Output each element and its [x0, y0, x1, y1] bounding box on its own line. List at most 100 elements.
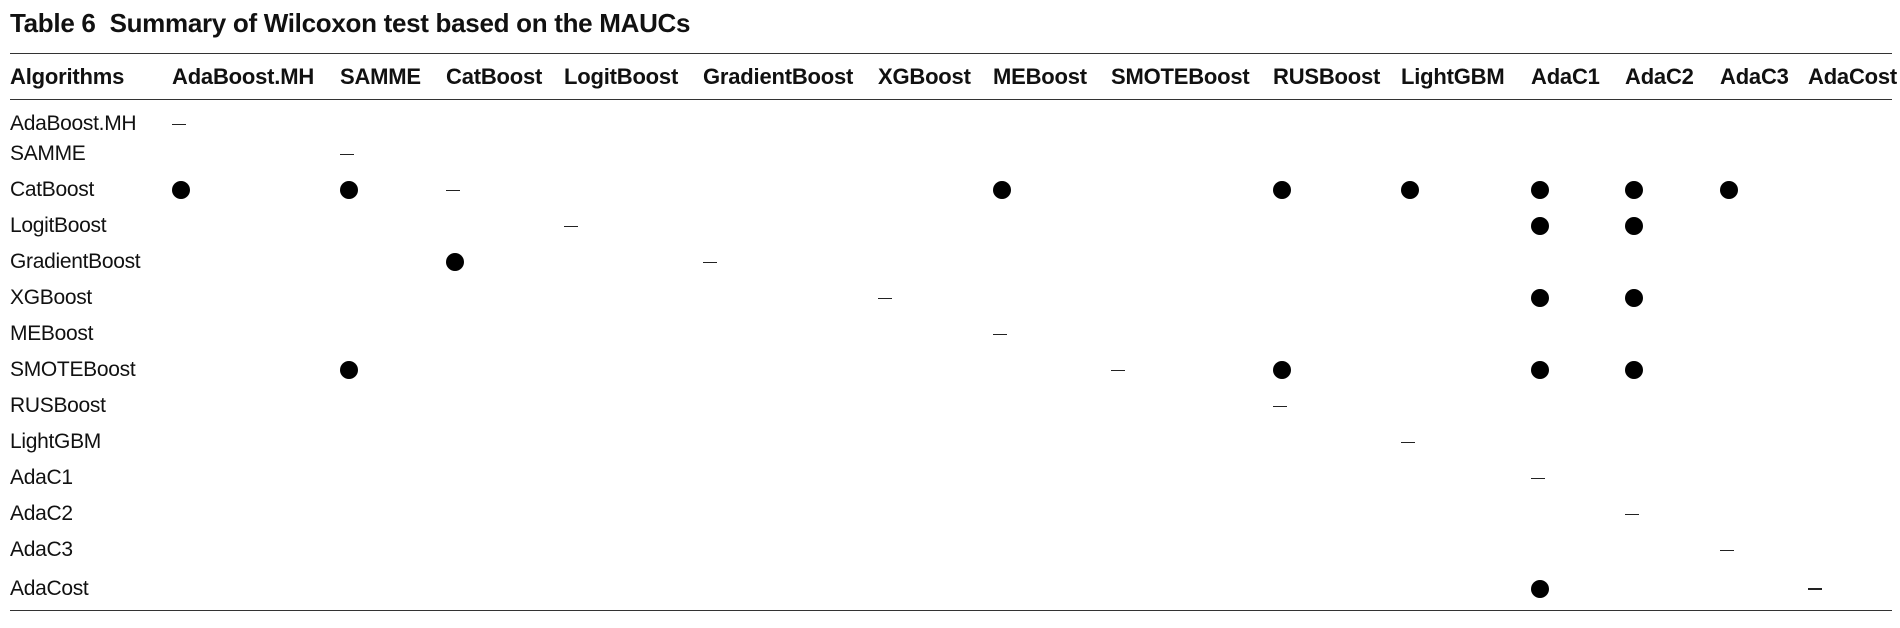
table-row: AdaC3 [10, 532, 1892, 568]
table-cell [1720, 388, 1808, 424]
table-cell [1401, 316, 1531, 352]
table-cell [1531, 568, 1625, 611]
table-cell [1808, 568, 1892, 611]
table-cell [340, 424, 446, 460]
table-cell [446, 280, 564, 316]
table-cell [446, 532, 564, 568]
dash-mark [703, 261, 717, 264]
table-cell [1111, 388, 1273, 424]
dash-mark [340, 153, 354, 156]
table-cell [564, 460, 703, 496]
dot-mark [1531, 217, 1549, 236]
table-cell [1625, 352, 1720, 388]
header-col: AdaC3 [1720, 53, 1808, 100]
table-cell [878, 568, 993, 611]
row-label: XGBoost [10, 286, 92, 309]
table-cell [993, 100, 1111, 137]
table-cell [1625, 316, 1720, 352]
table-cell [993, 244, 1111, 280]
header-col: AdaC2 [1625, 53, 1720, 100]
table-cell [1401, 424, 1531, 460]
table-cell [703, 388, 878, 424]
row-label: SMOTEBoost [10, 358, 136, 381]
table-cell [993, 172, 1111, 208]
table-cell [1531, 352, 1625, 388]
dot-mark [446, 253, 464, 272]
table-cell [172, 532, 340, 568]
table-cell [1111, 244, 1273, 280]
table-cell [1720, 316, 1808, 352]
table-cell [878, 208, 993, 244]
table-cell [564, 136, 703, 172]
dot-mark [1401, 181, 1419, 200]
table-cell [564, 172, 703, 208]
table-cell [1808, 172, 1892, 208]
table-cell [1720, 280, 1808, 316]
table-cell [172, 244, 340, 280]
table-cell [1808, 388, 1892, 424]
table-cell [340, 208, 446, 244]
table-cell [1273, 208, 1401, 244]
table-cell [1531, 496, 1625, 532]
table-cell [1111, 208, 1273, 244]
dash-mark [172, 123, 186, 126]
header-col: AdaC1 [1531, 53, 1625, 100]
header-col: SMOTEBoost [1111, 53, 1273, 100]
table-cell [564, 568, 703, 611]
table-caption: Table 6 Summary of Wilcoxon test based on… [10, 8, 690, 39]
table-cell [1625, 460, 1720, 496]
table-row: AdaCost [10, 568, 1892, 611]
table-cell [1720, 136, 1808, 172]
dot-mark [1273, 181, 1291, 200]
table-cell [878, 136, 993, 172]
table-cell [703, 496, 878, 532]
row-label: AdaC3 [10, 538, 73, 561]
table-cell [1111, 172, 1273, 208]
table-cell [564, 352, 703, 388]
dot-mark [1720, 181, 1738, 200]
table-cell [1720, 496, 1808, 532]
table-cell [1531, 316, 1625, 352]
table-cell [172, 280, 340, 316]
table-cell [1111, 532, 1273, 568]
table-cell [1111, 100, 1273, 137]
table-cell [1111, 424, 1273, 460]
table-cell [878, 388, 993, 424]
table-cell [878, 100, 993, 137]
table-cell [446, 388, 564, 424]
table-cell [1401, 496, 1531, 532]
wilcoxon-summary-table: Algorithms AdaBoost.MH SAMME CatBoost Lo… [10, 53, 1897, 611]
table-cell [446, 244, 564, 280]
table-cell [1808, 244, 1892, 280]
table-cell [1531, 280, 1625, 316]
row-label: AdaC1 [10, 466, 73, 489]
table-cell [1401, 568, 1531, 611]
table-cell [878, 532, 993, 568]
table-cell [1625, 532, 1720, 568]
header-col: AdaCost [1808, 53, 1897, 100]
table-row: MEBoost [10, 316, 1892, 352]
table-cell [172, 172, 340, 208]
row-label: RUSBoost [10, 394, 106, 417]
table-row: LogitBoost [10, 208, 1892, 244]
table-number: Table 6 [10, 8, 96, 38]
table-cell [172, 100, 340, 137]
row-label: LogitBoost [10, 214, 107, 237]
table-cell [1401, 460, 1531, 496]
table-cell [1625, 136, 1720, 172]
table-row: AdaC2 [10, 496, 1892, 532]
table-cell [1273, 100, 1401, 137]
header-col: RUSBoost [1273, 53, 1401, 100]
dot-mark [172, 181, 190, 200]
dot-mark [1531, 289, 1549, 308]
row-label: AdaCost [10, 568, 172, 611]
table-cell [1273, 136, 1401, 172]
dash-mark [564, 225, 578, 228]
table-cell [1531, 424, 1625, 460]
table-cell [1625, 388, 1720, 424]
table-cell [564, 244, 703, 280]
table-cell [1273, 460, 1401, 496]
table-cell [1111, 352, 1273, 388]
table-cell [1273, 352, 1401, 388]
table-cell [1808, 532, 1892, 568]
